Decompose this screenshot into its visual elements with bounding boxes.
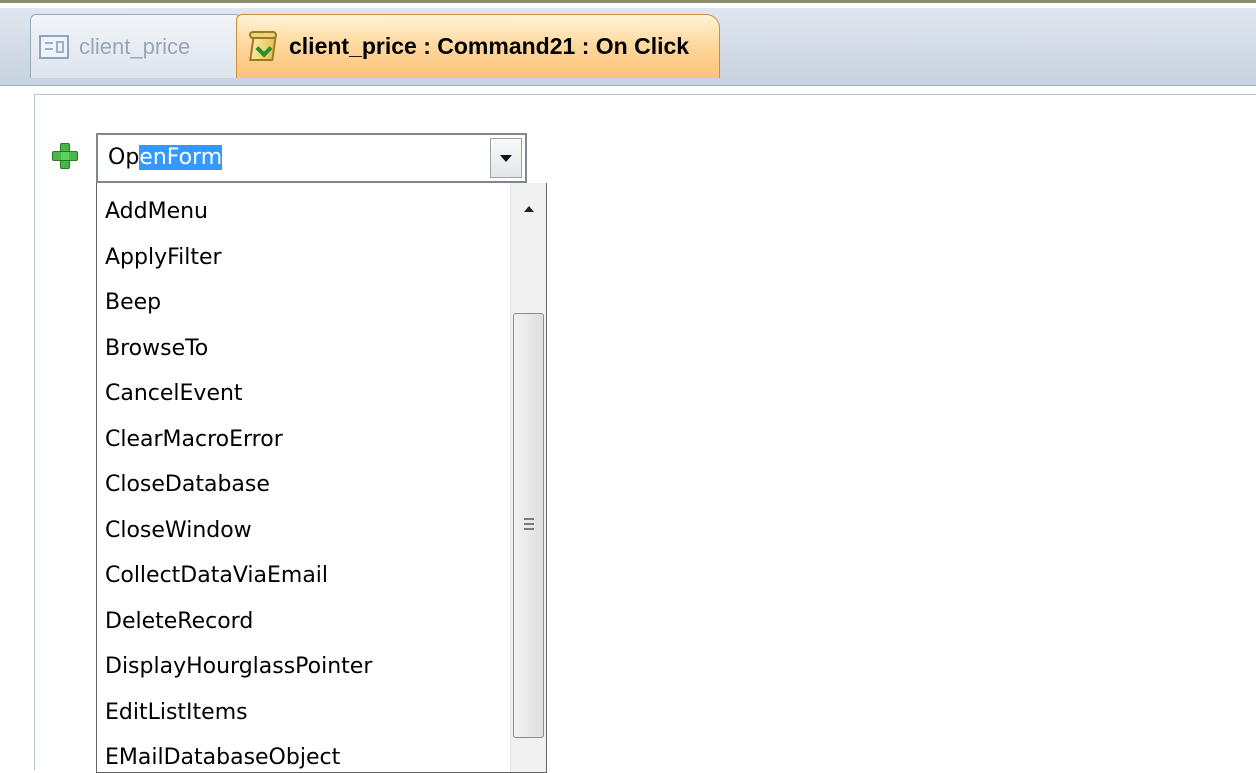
chevron-down-icon: [500, 154, 512, 162]
document-tab-strip: client_price client_price : Command21 : …: [0, 8, 1256, 86]
dropdown-item[interactable]: CancelEvent: [105, 379, 243, 409]
dropdown-item[interactable]: ApplyFilter: [105, 243, 222, 273]
dropdown-item[interactable]: ClearMacroError: [105, 425, 283, 455]
combo-value[interactable]: OpenForm: [108, 145, 223, 171]
dropdown-item[interactable]: Beep: [105, 288, 161, 318]
action-dropdown-list: AddMenu ApplyFilter Beep BrowseTo CancelEven…: [96, 183, 547, 773]
dropdown-item[interactable]: EditListItems: [105, 698, 248, 728]
form-icon: [39, 34, 69, 59]
dropdown-item[interactable]: DisplayHourglassPointer: [105, 652, 372, 682]
dropdown-item[interactable]: CloseDatabase: [105, 470, 270, 500]
macro-icon: [247, 29, 279, 65]
scrollbar-thumb[interactable]: [513, 313, 544, 738]
dropdown-item[interactable]: CollectDataViaEmail: [105, 561, 328, 591]
dropdown-item[interactable]: EMailDatabaseObject: [105, 743, 340, 772]
combo-dropdown-button[interactable]: [490, 138, 522, 178]
tab-label: client_price : Command21 : On Click: [289, 33, 690, 59]
dropdown-item[interactable]: CloseWindow: [105, 516, 252, 546]
tab-macro-on-click[interactable]: client_price : Command21 : On Click: [236, 14, 720, 78]
chevron-up-icon: [524, 206, 534, 212]
scroll-up-button[interactable]: [515, 195, 543, 223]
add-action-icon[interactable]: [52, 143, 78, 169]
window-top-border: [0, 0, 1256, 8]
macro-action-combobox[interactable]: OpenForm: [96, 133, 527, 183]
dropdown-item[interactable]: BrowseTo: [105, 334, 208, 364]
dropdown-scrollbar[interactable]: [510, 183, 546, 772]
dropdown-item[interactable]: AddMenu: [105, 197, 208, 227]
tab-client-price-form[interactable]: client_price: [30, 14, 248, 78]
tab-label: client_price: [79, 33, 191, 59]
dropdown-item[interactable]: DeleteRecord: [105, 607, 253, 637]
